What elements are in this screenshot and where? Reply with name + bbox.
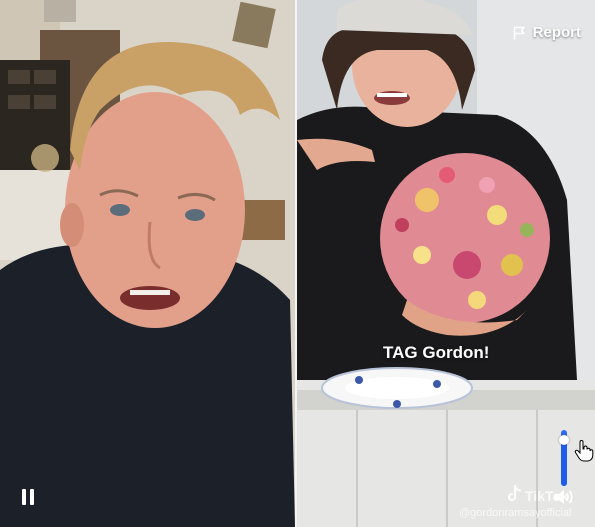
video-caption: TAG Gordon!: [383, 343, 490, 362]
report-label: Report: [532, 24, 581, 41]
left-video-pane: [0, 0, 295, 527]
pause-icon: [22, 489, 26, 505]
video-player[interactable]: Report TAG Gordon! TikTok @gordonramsayo…: [0, 0, 595, 527]
tiktok-logo-icon: [506, 484, 522, 506]
hand-cursor-icon: [574, 440, 594, 462]
pause-button[interactable]: [20, 489, 36, 505]
right-video-pane: [297, 0, 595, 527]
volume-fill: [561, 440, 567, 486]
speaker-icon[interactable]: [552, 486, 576, 508]
watermark-handle: @gordonramsayofficial: [459, 507, 572, 519]
flag-icon: [513, 25, 525, 40]
right-video-frame: [297, 0, 595, 527]
left-video-frame: [0, 0, 295, 527]
report-button[interactable]: Report: [513, 24, 581, 41]
volume-slider[interactable]: [559, 430, 569, 486]
